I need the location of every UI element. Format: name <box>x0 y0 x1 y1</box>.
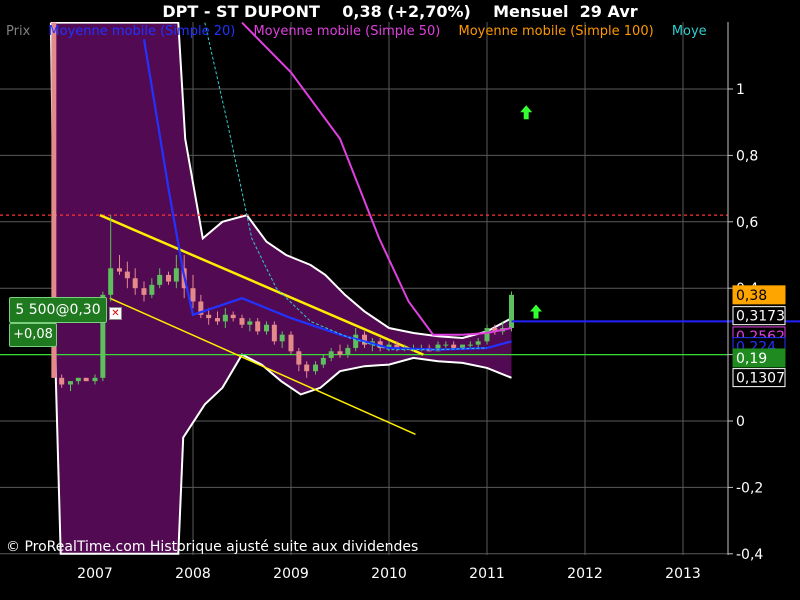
candle-body <box>460 344 465 348</box>
price-label: 0,19 <box>736 351 767 367</box>
y-tick-label: 0,6 <box>736 215 758 231</box>
candle-body <box>443 344 449 346</box>
legend-item-sma-20[interactable]: Moyenne mobile (Simple 20) <box>48 24 235 39</box>
up-arrow-icon <box>520 105 533 120</box>
x-tick-label: 2013 <box>665 566 701 582</box>
candle-body <box>313 364 318 372</box>
candle-body <box>59 377 65 385</box>
copyright-notice: © ProRealTime.com Historique ajusté suit… <box>6 539 419 555</box>
candle-body <box>264 324 269 332</box>
candle-body <box>157 274 163 285</box>
y-tick-label: -0,2 <box>736 480 763 496</box>
candle-body <box>141 288 147 295</box>
candle-body <box>328 351 334 358</box>
chart-legend: Prix Moyenne mobile (Simple 20) Moyenne … <box>6 24 726 44</box>
price-chart[interactable]: -0,4-0,200,20,40,60,81200720082009201020… <box>0 0 800 600</box>
candle-body <box>83 377 89 382</box>
x-tick-label: 2009 <box>273 566 309 582</box>
candle-body <box>124 271 130 279</box>
candle-body <box>475 341 481 345</box>
candle-body <box>222 314 228 322</box>
candle-body <box>353 334 359 348</box>
candle-body <box>117 268 122 272</box>
x-icon[interactable]: ✕ <box>109 307 122 320</box>
x-tick-label: 2010 <box>371 566 407 582</box>
candle-body <box>173 268 179 282</box>
y-tick-label: 0,8 <box>736 148 758 164</box>
candle-body <box>215 318 220 322</box>
candle-body <box>230 314 236 319</box>
candle-body <box>108 268 114 295</box>
candle-body <box>288 334 294 352</box>
legend-item-extra[interactable]: Moye <box>672 24 707 39</box>
price-label: 0,38 <box>736 288 767 304</box>
candle-body <box>92 377 98 382</box>
candle-body <box>362 334 367 345</box>
order-label[interactable]: 5 500@0,30 <box>9 297 107 323</box>
price-label: 0,1307 <box>736 371 785 387</box>
candle-body <box>247 321 253 325</box>
candle-body <box>132 278 138 289</box>
x-tick-label: 2008 <box>175 566 211 582</box>
candle-body <box>337 351 343 355</box>
candle-body <box>320 357 326 365</box>
x-tick-label: 2012 <box>567 566 603 582</box>
candle-body <box>166 274 171 282</box>
candle-body <box>239 318 245 325</box>
y-tick-label: 0 <box>736 414 745 430</box>
x-tick-label: 2007 <box>77 566 113 582</box>
candle-body <box>509 294 514 329</box>
candle-body <box>345 347 351 355</box>
legend-item-sma-50[interactable]: Moyenne mobile (Simple 50) <box>253 24 440 39</box>
y-tick-label: 1 <box>736 82 745 98</box>
price-label: 0,3173 <box>736 309 785 325</box>
x-tick-label: 2011 <box>469 566 505 582</box>
candle-body <box>190 288 196 302</box>
candle-body <box>304 364 310 372</box>
order-gain-badge: +0,08 <box>9 323 57 347</box>
candle-body <box>467 344 473 346</box>
candle-body <box>451 344 457 348</box>
candle-body <box>484 328 490 342</box>
candle-body <box>255 321 261 332</box>
y-tick-label: -0,4 <box>736 547 763 563</box>
candle-body <box>279 334 285 342</box>
candle-body <box>68 381 73 385</box>
chart-title: DPT - ST DUPONT 0,38 (+2,70%) Mensuel 29… <box>162 2 638 21</box>
legend-item-price[interactable]: Prix <box>6 24 30 39</box>
candle-body <box>206 314 212 319</box>
candle-body <box>149 284 155 295</box>
candle-body <box>75 377 81 382</box>
candle-body <box>271 324 277 342</box>
legend-item-sma-100[interactable]: Moyenne mobile (Simple 100) <box>459 24 654 39</box>
candle-body <box>296 351 302 365</box>
up-arrow-icon <box>530 304 542 319</box>
